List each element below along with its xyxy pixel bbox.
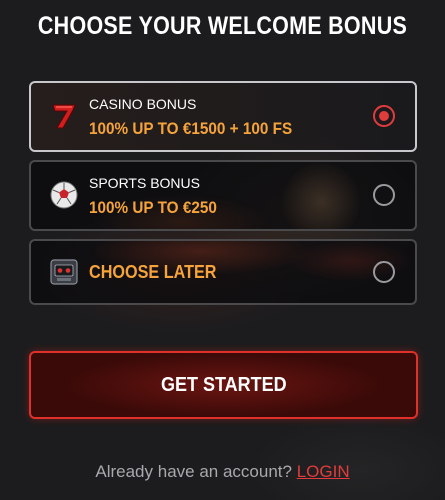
login-prompt-text: Already have an account? [95, 462, 292, 481]
casino-bonus-label: CASINO BONUS [89, 96, 197, 112]
option-background [31, 162, 415, 229]
lucky-seven-icon [52, 104, 76, 129]
choose-later-option[interactable]: CHOOSE LATER [29, 239, 417, 305]
soccer-ball-icon [50, 181, 78, 209]
page-title: CHOOSE YOUR WELCOME BONUS [37, 12, 408, 40]
get-started-label: GET STARTED [160, 374, 287, 396]
casino-bonus-option[interactable]: CASINO BONUS 100% UP TO €1500 + 100 FS [29, 81, 417, 152]
choose-later-label: CHOOSE LATER [89, 262, 217, 282]
get-started-button[interactable]: GET STARTED [29, 351, 418, 419]
sports-bonus-value: 100% UP TO €250 [89, 198, 217, 217]
casino-bonus-value: 100% UP TO €1500 + 100 FS [89, 119, 293, 138]
choose-later-radio[interactable] [373, 261, 395, 283]
login-prompt: Already have an account? LOGIN [0, 462, 445, 482]
slot-machine-icon [50, 259, 78, 285]
casino-bonus-radio[interactable] [373, 105, 395, 127]
sports-bonus-label: SPORTS BONUS [89, 175, 200, 191]
option-background [31, 83, 415, 150]
sports-bonus-option[interactable]: SPORTS BONUS 100% UP TO €250 [29, 160, 417, 231]
radio-selected-dot [379, 111, 389, 121]
sports-bonus-radio[interactable] [373, 184, 395, 206]
login-link[interactable]: LOGIN [297, 462, 350, 481]
